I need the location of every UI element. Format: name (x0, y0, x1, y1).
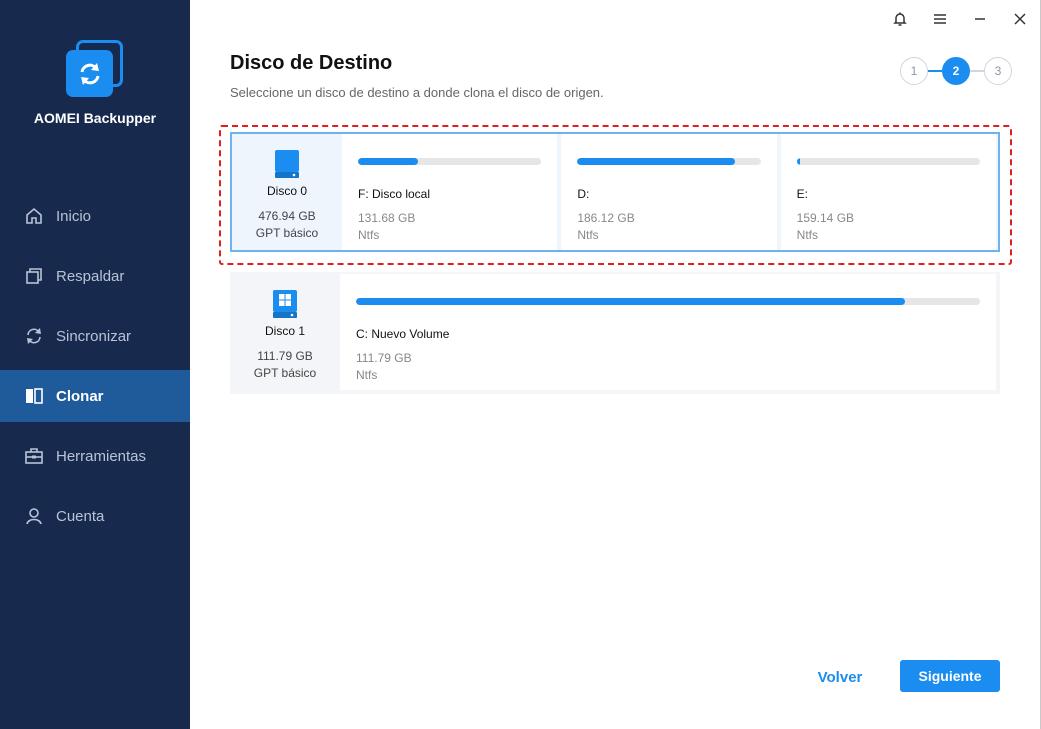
usage-bar (796, 158, 980, 165)
sidebar-item-herramientas[interactable]: Herramientas (0, 430, 190, 482)
page-subtitle: Seleccione un disco de destino a donde c… (230, 85, 604, 100)
partition-fs: Ntfs (796, 228, 818, 242)
sidebar-item-sincronizar[interactable]: Sincronizar (0, 310, 190, 362)
partition-name: D: (577, 187, 590, 201)
partition-fs: Ntfs (356, 368, 378, 382)
disk-row-disco-0[interactable]: Disco 0 476.94 GB GPT básico F: Disco lo… (230, 132, 1000, 252)
step-2: 2 (942, 57, 970, 85)
sidebar-item-label: Clonar (56, 387, 104, 405)
sidebar-item-label: Inicio (56, 207, 92, 225)
sync-arrows-icon (80, 62, 99, 85)
app-logo (62, 38, 126, 102)
disk-row-disco-1[interactable]: Disco 1 111.79 GB GPT básico C: Nuevo Vo… (230, 272, 1000, 394)
system-disk-icon (273, 290, 297, 318)
sidebar-nav: Inicio Respaldar Sincronizar Clonar Herr… (0, 190, 190, 550)
step-indicator: 1 2 3 (900, 57, 1012, 85)
sidebar-item-respaldar[interactable]: Respaldar (0, 250, 190, 302)
disk-size: 476.94 GB (258, 209, 316, 223)
partition-size: 159.14 GB (796, 211, 855, 225)
back-button[interactable]: Volver (800, 661, 880, 693)
user-icon (24, 506, 44, 526)
partition-list: C: Nuevo Volume 111.79 GB Ntfs (340, 272, 1000, 394)
sidebar-item-label: Sincronizar (56, 327, 132, 345)
menu-icon[interactable] (929, 8, 951, 30)
sidebar-item-inicio[interactable]: Inicio (0, 190, 190, 242)
backup-icon (24, 266, 44, 286)
partition-name: C: Nuevo Volume (356, 327, 450, 341)
partition-size: 131.68 GB (358, 211, 416, 225)
partition-list: F: Disco local 131.68 GB Ntfs D: 186.12 … (342, 134, 998, 250)
partition-name: F: Disco local (358, 187, 431, 201)
hard-disk-icon (275, 150, 299, 178)
close-icon[interactable] (1009, 8, 1031, 30)
partition-f[interactable]: F: Disco local 131.68 GB Ntfs (342, 134, 558, 250)
sidebar-item-cuenta[interactable]: Cuenta (0, 490, 190, 542)
partition-d[interactable]: D: 186.12 GB Ntfs (561, 134, 777, 250)
sidebar-item-label: Cuenta (56, 507, 105, 525)
disk-info: Disco 0 476.94 GB GPT básico (232, 134, 342, 250)
partition-size: 186.12 GB (577, 211, 635, 225)
bell-icon[interactable] (889, 8, 911, 30)
sidebar-item-clonar[interactable]: Clonar (0, 370, 190, 422)
home-icon (24, 206, 44, 226)
disk-type: GPT básico (255, 226, 319, 240)
partition-e[interactable]: E: 159.14 GB Ntfs (780, 134, 996, 250)
app-name: AOMEI Backupper (33, 110, 157, 126)
partition-name: E: (796, 187, 808, 201)
window-controls (889, 8, 1031, 30)
next-button[interactable]: Siguiente (900, 660, 1000, 692)
usage-bar (358, 158, 542, 165)
usage-bar (577, 158, 761, 165)
disk-type: GPT básico (253, 366, 317, 380)
sync-icon (24, 326, 44, 346)
page-title: Disco de Destino (230, 52, 393, 74)
partition-size: 111.79 GB (356, 351, 412, 365)
step-3: 3 (984, 57, 1012, 85)
partition-fs: Ntfs (358, 228, 380, 242)
usage-bar (356, 298, 980, 305)
toolbox-icon (24, 446, 44, 466)
disk-name: Disco 1 (264, 324, 305, 338)
clone-icon (24, 386, 44, 406)
partition-c[interactable]: C: Nuevo Volume 111.79 GB Ntfs (340, 274, 996, 390)
disk-name: Disco 0 (266, 184, 307, 198)
disk-info: Disco 1 111.79 GB GPT básico (230, 272, 340, 394)
sidebar-item-label: Respaldar (56, 267, 125, 285)
minimize-icon[interactable] (969, 8, 991, 30)
step-1: 1 (900, 57, 928, 85)
disk-size: 111.79 GB (257, 349, 313, 363)
sidebar-item-label: Herramientas (56, 447, 147, 465)
sidebar: AOMEI Backupper Inicio Respaldar Sincron… (0, 0, 190, 729)
partition-fs: Ntfs (577, 228, 599, 242)
